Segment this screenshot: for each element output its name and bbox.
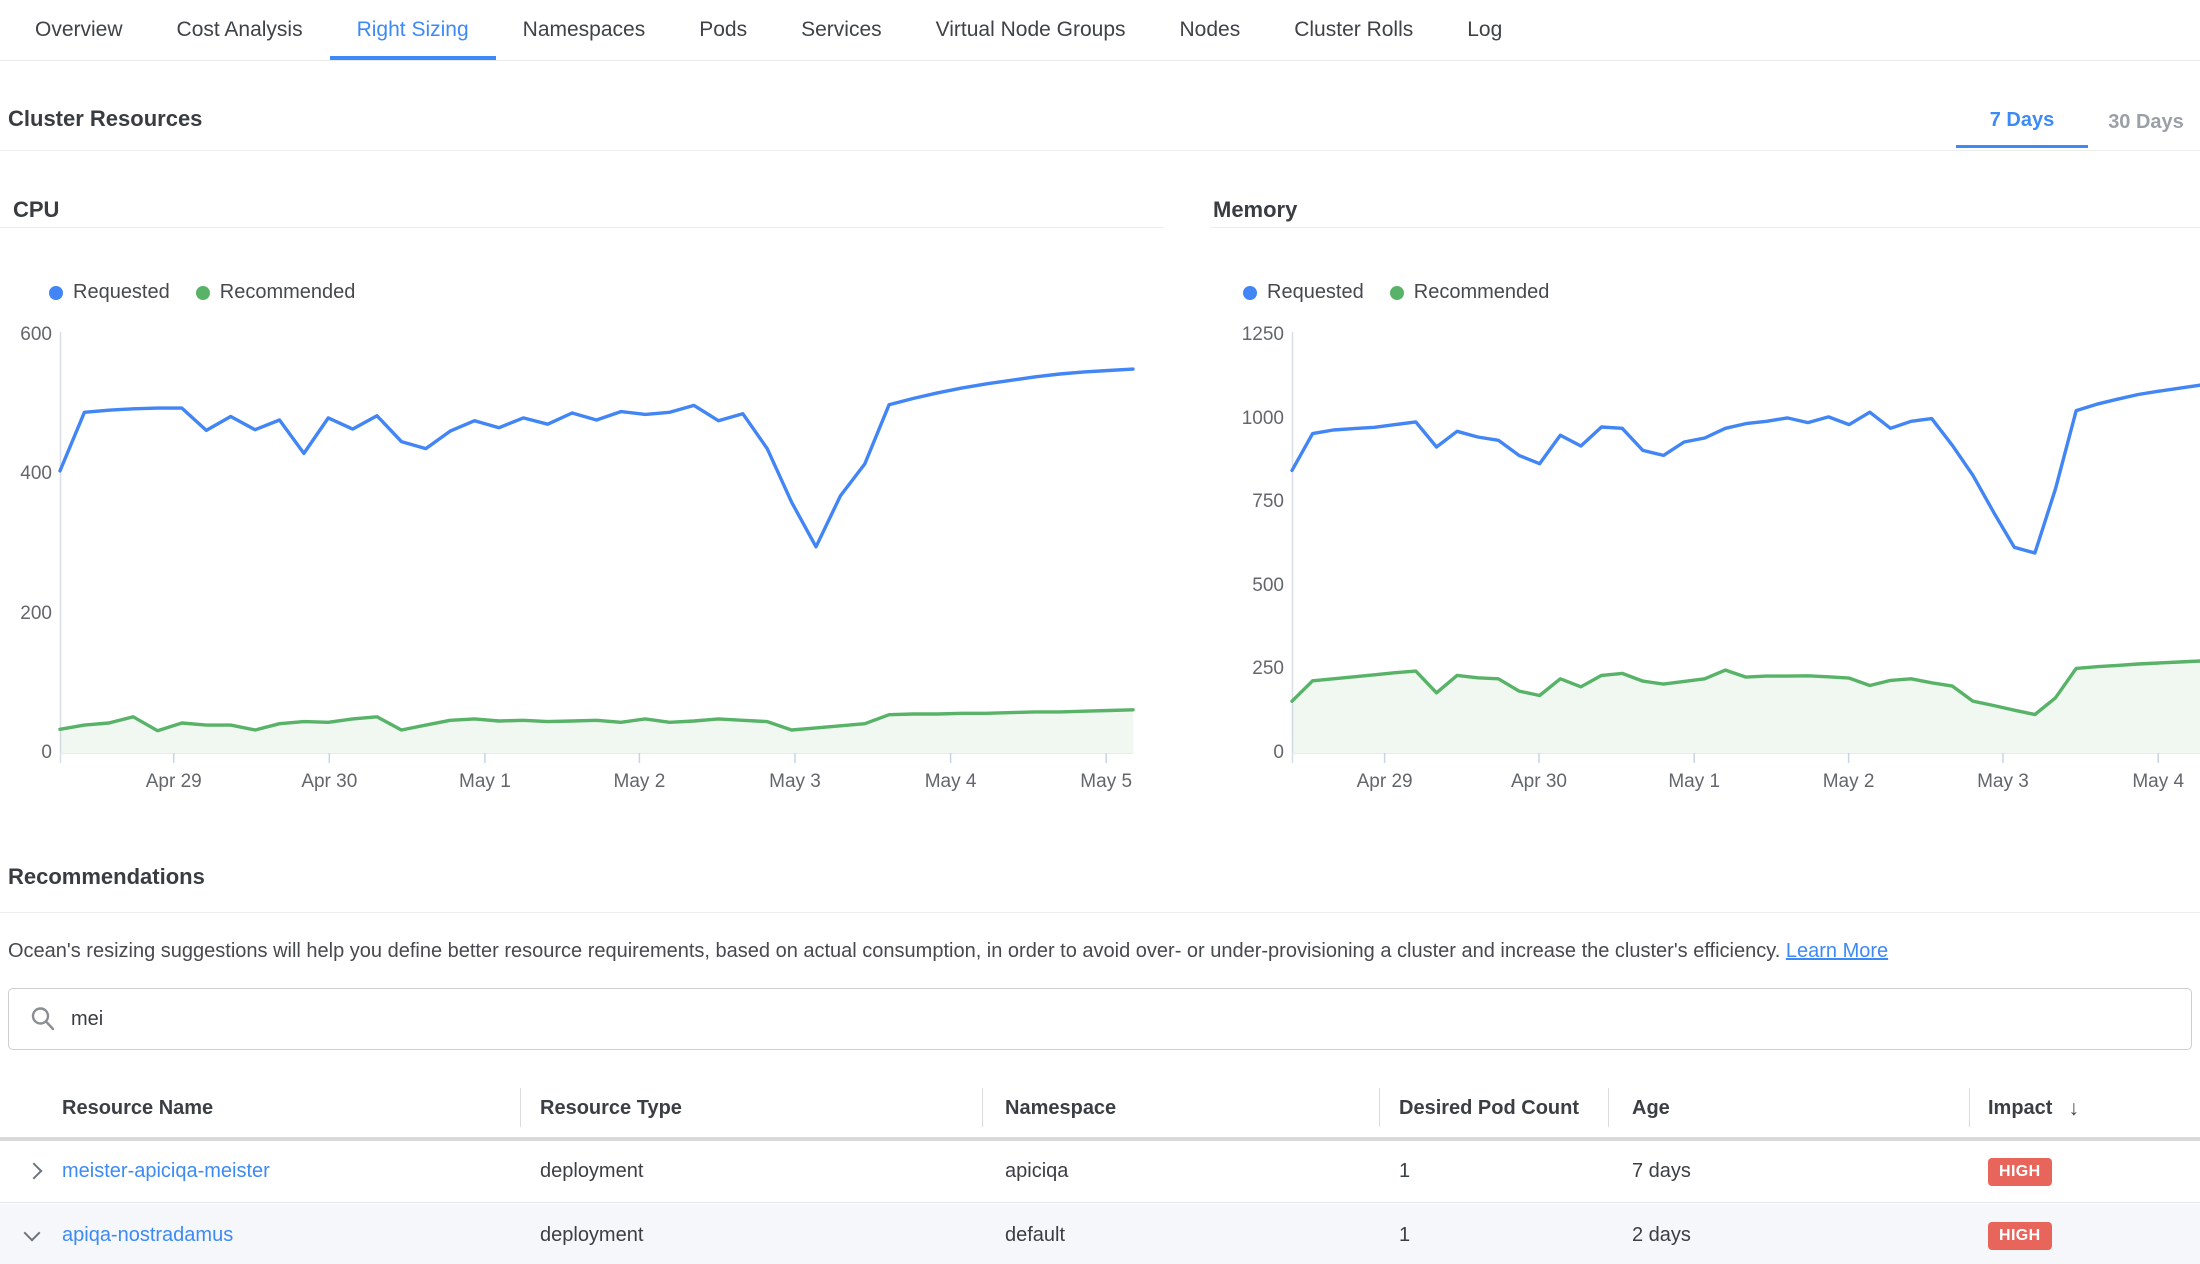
tab-virtual-node-groups[interactable]: Virtual Node Groups	[909, 0, 1153, 60]
tab-cost-analysis[interactable]: Cost Analysis	[150, 0, 330, 60]
legend-label: Recommended	[1414, 281, 1550, 304]
resource-type-cell: deployment	[520, 1160, 982, 1183]
recommendations-description: Ocean's resizing suggestions will help y…	[8, 936, 2190, 966]
y-axis-label: 500	[1232, 575, 1284, 597]
range-tab-7-days[interactable]: 7 Days	[1956, 96, 2088, 148]
impact-badge-high: HIGH	[1988, 1222, 2052, 1250]
column-header-resource-name[interactable]: Resource Name	[0, 1080, 520, 1137]
recommendations-divider	[0, 912, 2200, 913]
memory-chart-title: Memory	[1213, 197, 1297, 223]
age-cell: 2 days	[1608, 1224, 1969, 1247]
tab-cluster-rolls[interactable]: Cluster Rolls	[1267, 0, 1440, 60]
recommended-dot-icon	[196, 286, 210, 300]
resource-type-cell: deployment	[520, 1224, 982, 1247]
table-row: apiqa-nostradamus deployment default 1 2…	[0, 1204, 2200, 1264]
column-header-impact[interactable]: Impact ↓	[1969, 1080, 2200, 1137]
impact-label: Impact	[1988, 1097, 2052, 1120]
tab-right-sizing[interactable]: Right Sizing	[330, 0, 496, 60]
tab-log[interactable]: Log	[1440, 0, 1529, 60]
legend-label: Recommended	[220, 281, 356, 304]
requested-dot-icon	[49, 286, 63, 300]
page-title: Cluster Resources	[8, 106, 202, 132]
collapse-chevron-down-icon[interactable]	[24, 1224, 41, 1241]
namespace-cell: default	[982, 1224, 1379, 1247]
column-header-namespace[interactable]: Namespace	[982, 1080, 1379, 1137]
top-tab-bar: Overview Cost Analysis Right Sizing Name…	[0, 0, 2200, 61]
y-axis-label: 200	[0, 603, 52, 625]
memory-legend: Requested Recommended	[1243, 281, 1549, 304]
sort-descending-icon[interactable]: ↓	[2068, 1097, 2079, 1121]
desired-pod-count-cell: 1	[1379, 1224, 1608, 1247]
description-text: Ocean's resizing suggestions will help y…	[8, 940, 1780, 962]
x-axis-label: Apr 30	[1479, 771, 1599, 793]
x-axis-label: May 1	[1634, 771, 1754, 793]
legend-label: Requested	[1267, 281, 1364, 304]
x-axis-label: Apr 30	[269, 771, 389, 793]
x-axis-label: Apr 29	[114, 771, 234, 793]
column-header-age[interactable]: Age	[1608, 1080, 1969, 1137]
cpu-chart-title: CPU	[13, 197, 59, 223]
desired-pod-count-cell: 1	[1379, 1160, 1608, 1183]
cpu-chart: 0200400600Apr 29Apr 30May 1May 2May 3May…	[0, 330, 1170, 808]
memory-plot	[1292, 330, 2200, 767]
age-cell: 7 days	[1608, 1160, 1969, 1183]
y-axis-label: 1250	[1232, 324, 1284, 346]
memory-chart: 025050075010001250Apr 29Apr 30May 1May 2…	[1232, 330, 2200, 808]
y-axis-label: 250	[1232, 658, 1284, 680]
table-row: meister-apiciqa-meister deployment apici…	[0, 1141, 2200, 1203]
y-axis-label: 0	[1232, 742, 1284, 764]
section-divider	[0, 150, 2200, 151]
cpu-plot	[60, 330, 1135, 767]
resource-name-link[interactable]: meister-apiciqa-meister	[62, 1160, 270, 1183]
x-axis-label: Apr 29	[1325, 771, 1445, 793]
expand-chevron-right-icon[interactable]	[26, 1162, 43, 1179]
table-header: Resource Name Resource Type Namespace De…	[0, 1080, 2200, 1137]
legend-item-recommended[interactable]: Recommended	[1390, 281, 1550, 304]
x-axis-label: May 2	[579, 771, 699, 793]
x-axis-label: May 3	[735, 771, 855, 793]
tab-nodes[interactable]: Nodes	[1153, 0, 1268, 60]
range-tab-30-days[interactable]: 30 Days	[2096, 96, 2196, 148]
legend-item-requested[interactable]: Requested	[1243, 281, 1364, 304]
search-icon	[29, 1005, 57, 1033]
requested-dot-icon	[1243, 286, 1257, 300]
tab-namespaces[interactable]: Namespaces	[496, 0, 673, 60]
x-axis-label: May 2	[1789, 771, 1909, 793]
learn-more-link[interactable]: Learn More	[1786, 940, 1888, 962]
tab-overview[interactable]: Overview	[8, 0, 150, 60]
tab-pods[interactable]: Pods	[672, 0, 774, 60]
column-header-resource-type[interactable]: Resource Type	[520, 1080, 982, 1137]
recommendations-title: Recommendations	[8, 864, 205, 890]
legend-item-requested[interactable]: Requested	[49, 281, 170, 304]
x-axis-label: May 4	[2098, 771, 2200, 793]
resource-name-link[interactable]: apiqa-nostradamus	[62, 1224, 233, 1247]
x-axis-label: May 1	[425, 771, 545, 793]
namespace-cell: apiciqa	[982, 1160, 1379, 1183]
memory-title-divider	[1210, 227, 2200, 228]
search-box	[8, 988, 2192, 1050]
x-axis-label: May 3	[1943, 771, 2063, 793]
x-axis-label: May 5	[1046, 771, 1166, 793]
y-axis-label: 0	[0, 742, 52, 764]
legend-label: Requested	[73, 281, 170, 304]
cpu-title-divider	[0, 227, 1164, 228]
x-axis-label: May 4	[891, 771, 1011, 793]
search-input[interactable]	[71, 1008, 2171, 1031]
column-header-desired-pod-count[interactable]: Desired Pod Count	[1379, 1080, 1608, 1137]
y-axis-label: 1000	[1232, 408, 1284, 430]
legend-item-recommended[interactable]: Recommended	[196, 281, 356, 304]
impact-badge-high: HIGH	[1988, 1158, 2052, 1186]
y-axis-label: 400	[0, 463, 52, 485]
y-axis-label: 750	[1232, 491, 1284, 513]
tab-services[interactable]: Services	[774, 0, 909, 60]
y-axis-label: 600	[0, 324, 52, 346]
cpu-legend: Requested Recommended	[49, 281, 355, 304]
recommended-dot-icon	[1390, 286, 1404, 300]
